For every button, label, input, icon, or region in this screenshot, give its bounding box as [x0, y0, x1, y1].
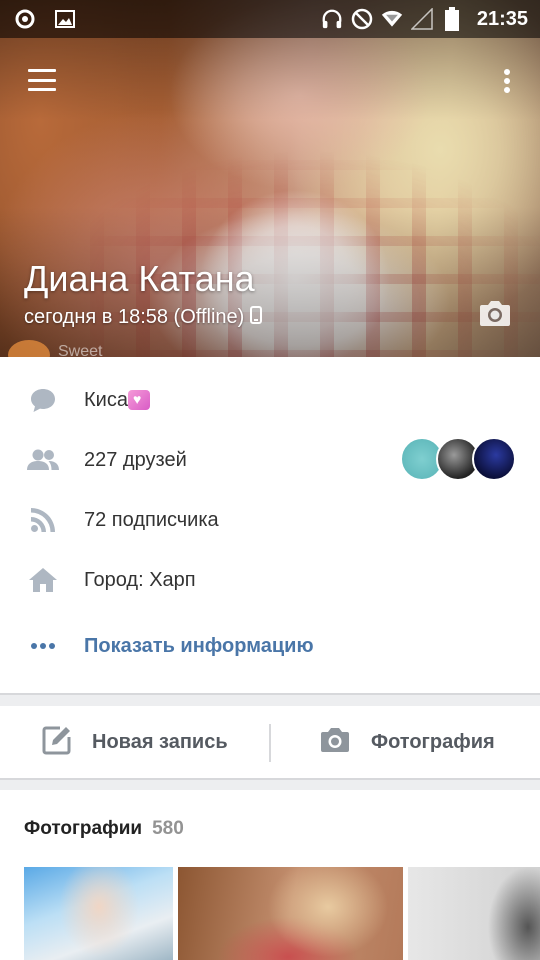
photos-card: Фотографии 580 — [0, 790, 540, 960]
rss-followers-icon — [26, 503, 60, 537]
battery-icon — [441, 7, 463, 31]
actions-divider — [269, 724, 271, 762]
city-row: Город: Харп — [0, 557, 540, 603]
image-icon — [54, 8, 76, 30]
add-photo-button[interactable]: Фотография — [319, 706, 495, 778]
photos-header[interactable]: Фотографии 580 — [24, 818, 184, 840]
profile-info-card: Киса 227 друзей 72 подписчика Город: Хар… — [0, 357, 540, 693]
wifi-icon — [381, 8, 403, 30]
friends-avatars[interactable] — [400, 437, 520, 483]
mobile-phone-icon — [250, 306, 263, 329]
more-options-icon[interactable] — [494, 66, 520, 96]
speech-bubble-icon — [26, 383, 60, 417]
show-info-link[interactable]: Показать информацию — [84, 635, 314, 658]
photo-thumbnail[interactable] — [408, 867, 540, 960]
headset-icon — [321, 8, 343, 30]
photos-count: 580 — [152, 818, 184, 839]
post-actions-card: Новая запись Фотография — [0, 706, 540, 778]
city-text: Город: Харп — [84, 568, 196, 591]
do-not-disturb-icon — [351, 8, 373, 30]
photo-thumbnail[interactable] — [178, 867, 403, 960]
profile-name: Диана Катана — [24, 258, 255, 299]
profile-cover-photo[interactable] — [0, 0, 540, 357]
new-post-label: Новая запись — [92, 730, 228, 753]
vk-circle-icon — [14, 8, 36, 30]
status-text: Киса — [84, 388, 128, 411]
followers-row[interactable]: 72 подписчика — [0, 497, 540, 543]
show-info-row[interactable]: Показать информацию — [0, 623, 540, 669]
menu-icon[interactable] — [26, 66, 58, 94]
photos-title: Фотографии — [24, 818, 143, 839]
card-divider — [0, 778, 540, 780]
edit-post-icon — [42, 725, 72, 760]
status-row[interactable]: Киса — [0, 377, 540, 423]
home-icon — [26, 563, 60, 597]
card-divider — [0, 693, 540, 695]
online-status: сегодня в 18:58 (Offline) — [24, 306, 245, 328]
friend-avatar[interactable] — [472, 437, 516, 481]
status-bar: 21:35 — [0, 0, 540, 38]
followers-count: 72 подписчика — [84, 508, 219, 531]
signal-icon — [410, 8, 433, 30]
friends-count: 227 друзей — [84, 448, 187, 471]
status-time: 21:35 — [476, 7, 528, 30]
online-status-row: сегодня в 18:58 (Offline) — [24, 306, 263, 329]
new-post-button[interactable]: Новая запись — [42, 706, 228, 778]
heart-emoji-icon — [127, 389, 150, 410]
more-dots-icon — [26, 629, 60, 663]
friends-icon — [26, 443, 60, 477]
camera-icon — [319, 726, 351, 759]
photo-thumbnail[interactable] — [24, 867, 173, 960]
status-text-row: Киса — [84, 389, 150, 412]
change-cover-camera-icon[interactable] — [478, 298, 512, 328]
photo-label: Фотография — [371, 730, 495, 753]
